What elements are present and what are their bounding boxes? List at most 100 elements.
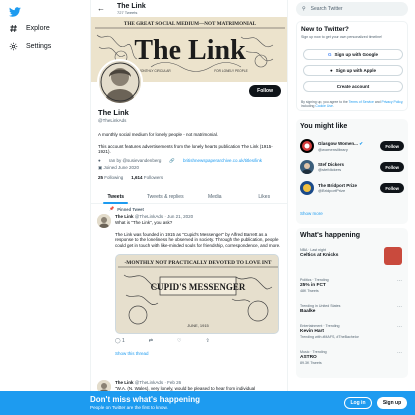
signup-button[interactable]: Sign up xyxy=(377,397,407,409)
nav-settings[interactable]: Settings xyxy=(9,42,51,51)
profile-joined-row: ▣ Joined June 2020 xyxy=(98,165,284,171)
terms-end: . xyxy=(332,104,334,108)
follow-button[interactable]: Follow xyxy=(249,85,281,97)
trend-item[interactable]: Music · Trending ASTRO 89.3K Tweets ⋯ xyxy=(300,350,404,365)
cookie-link[interactable]: Cookie Use xyxy=(315,104,333,108)
profile-link[interactable]: britishnewspaperarchive.co.uk/titles/lin… xyxy=(183,158,262,163)
banner-title: The Link xyxy=(134,35,246,66)
pinned-tweet[interactable]: 📌 Pinned Tweet The Link @TheLinkAds · Ju… xyxy=(97,206,283,356)
search-icon: ⚲ xyxy=(302,6,306,12)
new-to-twitter-title: New to Twitter? xyxy=(301,26,349,33)
trend-name: ASTRO xyxy=(300,355,317,360)
signup-banner: Don't miss what's happening People on Tw… xyxy=(0,391,415,415)
avatar xyxy=(300,139,314,153)
reply-button[interactable]: ◯ 1 xyxy=(115,338,125,344)
nav-explore[interactable]: Explore xyxy=(9,24,50,33)
reply-count: 1 xyxy=(122,338,125,345)
tweet-header: The Link @TheLinkAds · Jun 21, 2020 xyxy=(115,214,283,219)
more-options-icon[interactable]: ⋯ xyxy=(397,278,402,284)
pin-icon: 📌 xyxy=(109,206,115,211)
trend-thumbnail xyxy=(384,247,402,265)
suggested-account[interactable]: Glasgow Women... ✔ @womenslibrary Follow xyxy=(300,137,404,155)
nav-explore-label: Explore xyxy=(26,25,50,32)
trend-meta: Trending in United States xyxy=(300,304,341,308)
tab-tweets-replies[interactable]: Tweets & replies xyxy=(141,190,191,203)
profile-info: The Link @TheLinkAds A monthly social me… xyxy=(98,108,284,180)
tweet-item[interactable]: The Link @TheLinkAds · Feb 26 "W.A. (N. … xyxy=(97,378,283,394)
suggested-account[interactable]: The Bridport Prize @BridportPrize Follow xyxy=(300,179,404,197)
signup-apple-label: Sign up with Apple xyxy=(335,68,377,73)
signup-banner-subtitle: People on Twitter are the first to know. xyxy=(90,405,168,410)
hashtag-icon xyxy=(10,25,17,32)
followers-count: 1,614 xyxy=(131,174,143,180)
follow-button[interactable]: Follow xyxy=(380,183,404,193)
trend-item[interactable]: Politics · Trending 25% in FCT 48K Tweet… xyxy=(300,278,404,293)
share-icon[interactable]: ⇧ xyxy=(205,338,209,344)
tweet-image-date: JUNE, 1915 xyxy=(187,323,209,328)
back-arrow-icon[interactable]: ← xyxy=(97,4,105,13)
trend-name: 25% in FCT xyxy=(300,283,326,288)
trend-count: Trending with #MAFS, #TheBachelor xyxy=(300,335,359,339)
login-button[interactable]: Log in xyxy=(344,397,372,409)
new-to-twitter-box: New to Twitter? Sign up now to get your … xyxy=(296,21,408,111)
following-label: Following xyxy=(104,174,124,180)
followers-label: Followers xyxy=(143,174,164,180)
create-account-button[interactable]: Create account xyxy=(303,81,403,92)
following-link[interactable]: 25 Following xyxy=(98,175,123,180)
tweet-text: What is "The Link", you ask? xyxy=(115,220,173,225)
reply-icon: ◯ xyxy=(115,338,121,345)
like-icon[interactable]: ♡ xyxy=(177,338,181,344)
suggested-account-handle: @BridportPrize xyxy=(318,188,346,193)
whats-happening-title: What's happening xyxy=(300,232,360,239)
tweet-author-name-2[interactable]: The Link xyxy=(115,380,134,385)
show-more-link[interactable]: Show more xyxy=(300,211,323,216)
show-thread-link[interactable]: Show this thread xyxy=(115,351,283,356)
tab-media[interactable]: Media xyxy=(190,190,240,203)
profile-handle: @TheLinkAds xyxy=(98,118,127,123)
signup-google-button[interactable]: G Sign up with Google xyxy=(303,49,403,60)
tweet-avatar[interactable] xyxy=(97,214,111,228)
tab-tweets[interactable]: Tweets xyxy=(91,190,141,204)
follow-button[interactable]: Follow xyxy=(380,141,404,151)
profile-run-by: ran by @susievandenberg xyxy=(108,158,162,164)
avatar xyxy=(300,181,314,195)
pinned-indicator: 📌 Pinned Tweet xyxy=(109,206,283,212)
link-icon: 🔗 xyxy=(169,157,175,163)
follow-button[interactable]: Follow xyxy=(380,162,404,172)
tweet-image[interactable]: -MONTHLY NOT PRACTICALLY DEVOTED TO LOVE… xyxy=(115,254,279,335)
pinned-label: Pinned Tweet xyxy=(117,206,144,212)
trend-item[interactable]: NBA · Last night Celtics at Knicks xyxy=(300,247,404,265)
search-input[interactable]: ⚲ Search Twitter xyxy=(296,2,408,16)
twitter-logo-icon[interactable] xyxy=(9,6,21,18)
calendar-icon: ▣ xyxy=(98,164,103,170)
following-count: 25 xyxy=(98,174,104,180)
privacy-link[interactable]: Privacy Policy xyxy=(381,100,402,104)
profile-counts: 25 Following 1,614 Followers xyxy=(98,175,284,180)
profile-name: The Link xyxy=(98,108,129,117)
profile-bio-2: This account features advertisements fro… xyxy=(98,143,273,155)
terms-link[interactable]: Terms of Service xyxy=(349,100,374,104)
more-options-icon[interactable]: ⋯ xyxy=(397,350,402,356)
trend-item[interactable]: Entertainment · Trending Kevin Hart Tren… xyxy=(300,324,404,339)
tweet-author-name[interactable]: The Link xyxy=(115,214,134,219)
signup-apple-button[interactable]: ● Sign up with Apple xyxy=(303,65,403,76)
left-nav: Explore Settings xyxy=(0,0,90,415)
profile-avatar[interactable] xyxy=(97,59,143,105)
trend-count: 48K Tweets xyxy=(300,289,319,293)
more-options-icon[interactable]: ⋯ xyxy=(397,304,402,310)
signup-google-label: Sign up with Google xyxy=(334,52,379,57)
topbar-tweet-count: 727 Tweets xyxy=(117,9,138,15)
profile-tabs: Tweets Tweets & replies Media Likes xyxy=(91,190,288,204)
tab-likes[interactable]: Likes xyxy=(240,190,288,203)
who-to-follow: You might like Glasgow Women... ✔ @women… xyxy=(296,119,408,224)
tweet-header-2: The Link @TheLinkAds · Feb 26 xyxy=(115,380,283,385)
signup-terms: By signing up, you agree to the Terms of… xyxy=(301,100,405,108)
trend-name: Baalke xyxy=(300,309,316,314)
suggested-account[interactable]: Stef Dickers @stefdickers Follow xyxy=(300,158,404,176)
followers-link[interactable]: 1,614 Followers xyxy=(131,175,163,180)
more-options-icon[interactable]: ⋯ xyxy=(397,324,402,330)
retweet-icon[interactable]: ⇄ xyxy=(149,338,153,344)
banner-right-caption: FOR LONELY PEOPLE xyxy=(214,69,248,73)
right-sidebar: ⚲ Search Twitter New to Twitter? Sign up… xyxy=(296,0,411,415)
trend-item[interactable]: Trending in United States Baalke ⋯ xyxy=(300,304,404,314)
